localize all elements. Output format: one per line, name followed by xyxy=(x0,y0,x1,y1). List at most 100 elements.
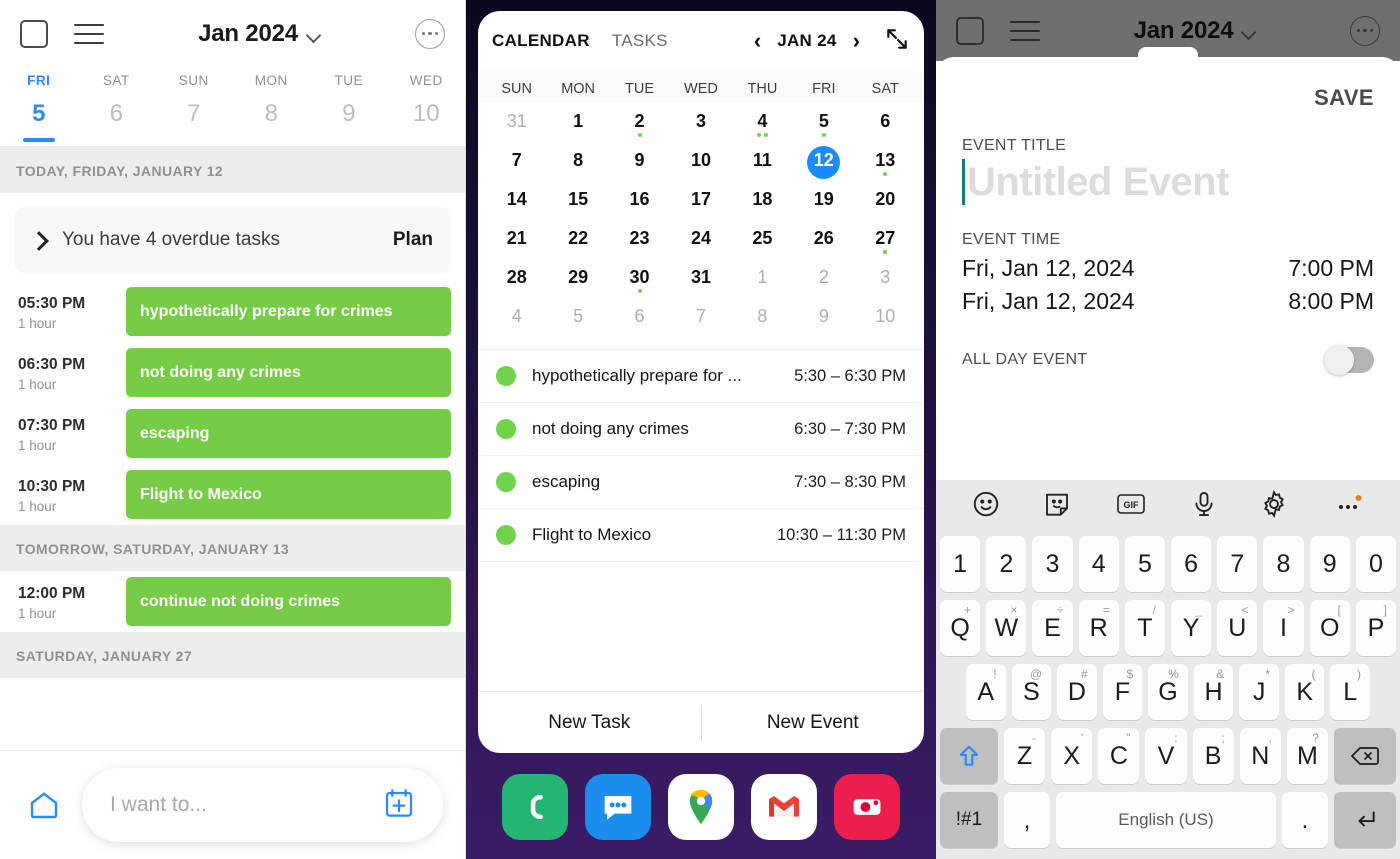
key-7[interactable]: 7 xyxy=(1217,536,1258,592)
all-day-toggle[interactable] xyxy=(1324,345,1374,375)
task-chip[interactable]: Flight to Mexico xyxy=(126,470,451,519)
task-chip[interactable]: continue not doing crimes xyxy=(126,577,451,626)
key-8[interactable]: 8 xyxy=(1263,536,1304,592)
calendar-day-cell[interactable]: 17 xyxy=(670,185,731,224)
calendar-day-cell[interactable]: 14 xyxy=(486,185,547,224)
sticker-icon[interactable] xyxy=(1042,489,1072,524)
emoji-icon[interactable] xyxy=(971,489,1001,524)
key-3[interactable]: 3 xyxy=(1032,536,1073,592)
calendar-day-cell[interactable]: 5 xyxy=(793,107,854,146)
calendar-day-cell[interactable]: 27 xyxy=(855,224,916,263)
calendar-day-cell[interactable]: 19 xyxy=(793,185,854,224)
event-list-item[interactable]: not doing any crimes 6:30 – 7:30 PM xyxy=(478,403,924,456)
calendar-day-cell[interactable]: 11 xyxy=(732,146,793,185)
key-e[interactable]: ÷ E xyxy=(1032,600,1073,656)
calendar-day-cell[interactable]: 6 xyxy=(609,302,670,341)
key-m[interactable]: ? M xyxy=(1286,728,1328,784)
key-s[interactable]: @ S xyxy=(1011,664,1052,720)
key-u[interactable]: < U xyxy=(1217,600,1258,656)
day-strip-item[interactable]: TUE 9 xyxy=(310,67,388,146)
day-strip-item[interactable]: FRI 5 xyxy=(0,67,78,146)
key-2[interactable]: 2 xyxy=(986,536,1027,592)
microphone-icon[interactable] xyxy=(1190,489,1218,524)
calendar-day-cell[interactable]: 28 xyxy=(486,263,547,302)
day-strip-item[interactable]: MON 8 xyxy=(233,67,311,146)
key-n[interactable]: ,N xyxy=(1239,728,1281,784)
end-date[interactable]: Fri, Jan 12, 2024 xyxy=(962,288,1288,315)
gmail-app-icon[interactable] xyxy=(750,774,817,840)
calendar-day-cell[interactable]: 30 xyxy=(609,263,670,302)
key-1[interactable]: 1 xyxy=(939,536,981,592)
chevron-left-icon[interactable]: ‹ xyxy=(754,30,761,52)
camera-app-icon[interactable] xyxy=(833,774,900,840)
calendar-day-cell[interactable]: 10 xyxy=(670,146,731,185)
calendar-day-cell[interactable]: 1 xyxy=(547,107,608,146)
key-t[interactable]: / T xyxy=(1124,600,1165,656)
key-5[interactable]: 5 xyxy=(1124,536,1165,592)
calendar-day-cell[interactable]: 15 xyxy=(547,185,608,224)
task-chip[interactable]: hypothetically prepare for crimes xyxy=(126,287,451,336)
calendar-day-cell[interactable]: 31 xyxy=(486,107,547,146)
key-i[interactable]: > I xyxy=(1263,600,1304,656)
calendar-day-cell[interactable]: 13 xyxy=(855,146,916,185)
save-button[interactable]: SAVE xyxy=(936,57,1400,111)
task-row[interactable]: 12:00 PM 1 hour continue not doing crimes xyxy=(0,571,465,632)
calendar-day-cell[interactable]: 3 xyxy=(855,263,916,302)
new-task-button[interactable]: New Task xyxy=(478,712,701,734)
messages-app-icon[interactable] xyxy=(585,774,652,840)
day-strip-item[interactable]: SAT 6 xyxy=(78,67,156,146)
day-strip-item[interactable]: WED 10 xyxy=(388,67,466,146)
overdue-tasks-card[interactable]: You have 4 overdue tasks Plan xyxy=(14,207,451,273)
calendar-day-cell[interactable]: 5 xyxy=(547,302,608,341)
calendar-day-cell[interactable]: 9 xyxy=(609,146,670,185)
task-row[interactable]: 07:30 PM 1 hour escaping xyxy=(0,403,465,464)
calendar-day-cell[interactable]: 1 xyxy=(732,263,793,302)
plan-button[interactable]: Plan xyxy=(393,229,433,251)
event-list-item[interactable]: hypothetically prepare for ... 5:30 – 6:3… xyxy=(478,350,924,403)
task-row[interactable]: 06:30 PM 1 hour not doing any crimes xyxy=(0,342,465,403)
calendar-day-cell[interactable]: 8 xyxy=(732,302,793,341)
calendar-plus-icon[interactable] xyxy=(383,787,415,824)
event-list-item[interactable]: escaping 7:30 – 8:30 PM xyxy=(478,456,924,509)
start-date[interactable]: Fri, Jan 12, 2024 xyxy=(962,255,1288,282)
key-o[interactable]: [O xyxy=(1309,600,1350,656)
key-x[interactable]: ' X xyxy=(1051,728,1093,784)
calendar-day-cell[interactable]: 12 xyxy=(793,146,854,185)
phone-app-icon[interactable] xyxy=(502,774,569,840)
key-g[interactable]: % G xyxy=(1148,664,1188,720)
key-r[interactable]: = R xyxy=(1078,600,1119,656)
key-b[interactable]: ; B xyxy=(1192,728,1234,784)
task-chip[interactable]: escaping xyxy=(126,409,451,458)
comma-key[interactable]: , xyxy=(1004,792,1050,848)
calendar-day-cell[interactable]: 23 xyxy=(609,224,670,263)
event-start-row[interactable]: Fri, Jan 12, 2024 7:00 PM xyxy=(936,249,1400,282)
key-k[interactable]: (K xyxy=(1284,664,1325,720)
calendar-day-cell[interactable]: 9 xyxy=(793,302,854,341)
month-selector[interactable]: Jan 2024 xyxy=(1040,17,1350,45)
calendar-day-cell[interactable]: 26 xyxy=(793,224,854,263)
key-y[interactable]: _ Y xyxy=(1171,600,1212,656)
key-f[interactable]: $ F xyxy=(1102,664,1143,720)
square-icon[interactable] xyxy=(20,19,48,48)
omni-input[interactable]: I want to... xyxy=(82,768,443,842)
calendar-day-cell[interactable]: 10 xyxy=(855,302,916,341)
more-options-icon[interactable] xyxy=(415,18,445,49)
calendar-day-cell[interactable]: 8 xyxy=(547,146,608,185)
calendar-day-cell[interactable]: 24 xyxy=(670,224,731,263)
space-key[interactable]: English (US) xyxy=(1056,792,1276,848)
key-j[interactable]: * J xyxy=(1239,664,1279,720)
event-title-input[interactable]: Untitled Event xyxy=(936,155,1400,205)
maps-app-icon[interactable] xyxy=(667,774,734,840)
symbols-key[interactable]: !#1 xyxy=(940,792,998,848)
calendar-day-cell[interactable]: 18 xyxy=(732,185,793,224)
home-icon[interactable] xyxy=(22,789,66,821)
key-0[interactable]: 0 xyxy=(1355,536,1397,592)
calendar-day-cell[interactable]: 2 xyxy=(609,107,670,146)
more-icon[interactable] xyxy=(1331,489,1365,524)
calendar-day-cell[interactable]: 3 xyxy=(670,107,731,146)
calendar-day-cell[interactable]: 4 xyxy=(732,107,793,146)
calendar-day-cell[interactable]: 21 xyxy=(486,224,547,263)
start-time[interactable]: 7:00 PM xyxy=(1288,255,1374,282)
key-a[interactable]: ! A xyxy=(965,664,1006,720)
month-selector[interactable]: Jan 2024 xyxy=(104,20,415,48)
